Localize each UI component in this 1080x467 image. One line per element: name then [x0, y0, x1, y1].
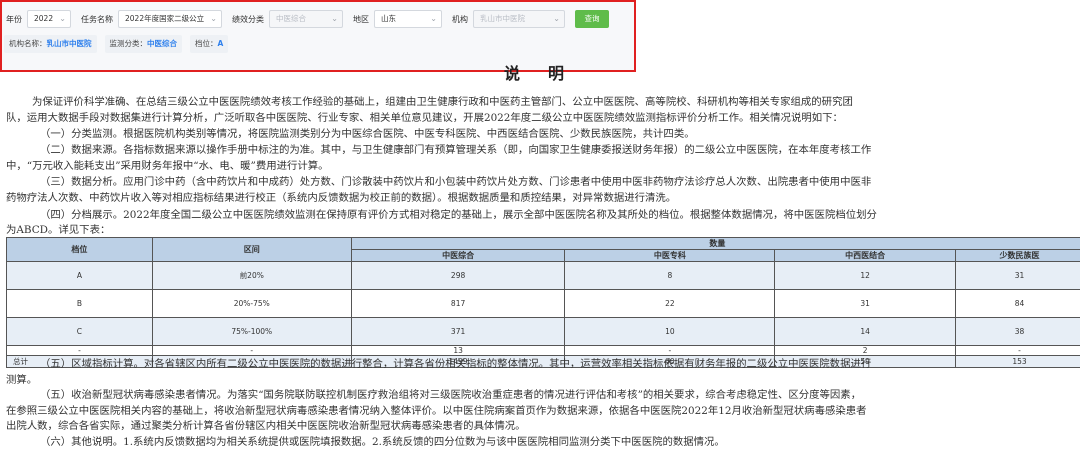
cell-value: 2 [774, 345, 957, 356]
header-col-specialty: 中医专科 [564, 249, 776, 262]
cell-grade: A [6, 261, 153, 290]
header-col-tcm: 中医综合 [350, 249, 566, 262]
cell-value: - [955, 345, 1080, 356]
grade-table: 档位 区间 数量 中医综合 中医专科 中西医结合 少数民族医 A 前20% 29… [6, 237, 1080, 368]
category-chip: 监测分类：中医综合 [104, 35, 182, 53]
cell-range: 20%-75% [151, 289, 352, 318]
para-intro-2: 队，运用大数据手段对数据集进行计算分析，广泛听取各中医医院、行业专家、相关单位意… [6, 112, 843, 124]
org-label: 机构 [452, 14, 468, 24]
org-name-chip: 机构名称：乳山市中医院 [4, 35, 97, 53]
region-label: 地区 [353, 14, 369, 24]
cell-value: 14 [774, 317, 957, 346]
perf-select[interactable]: 中医综合 ⌄ [269, 10, 343, 28]
cell-value: 298 [350, 261, 566, 290]
year-select-value: 2022 [34, 14, 54, 23]
cell-grade: C [6, 317, 153, 346]
chevron-down-icon: ⌄ [430, 14, 437, 23]
cell-value: 31 [774, 289, 957, 318]
para-intro-1: 为保证评价科学准确、在总结三级公立中医医院绩效考核工作经验的基础上，组建由卫生健… [32, 96, 853, 108]
year-label: 年份 [6, 14, 22, 24]
cell-range: - [151, 345, 352, 356]
header-count: 数量 [350, 237, 1080, 250]
cell-value: 817 [350, 289, 566, 318]
para-covid-1: （五）收治新型冠状病毒感染患者情况。为落实“国务院联防联控机制医疗救治组将对三级… [40, 389, 862, 401]
header-range: 区间 [151, 237, 352, 262]
cell-value: 8 [564, 261, 776, 290]
para-region-2: 测算。 [6, 374, 38, 386]
para-analysis-2: 药物疗法人次数、中药饮片收入等对相应指标结果进行校正（系统内反馈数据为校正前的数… [6, 192, 677, 204]
region-select-value: 山东 [381, 14, 396, 23]
para-region-1: （五）区域指标计算。对各省辖区内所有二级公立中医医院的数据进行整合，计算各省份相… [40, 358, 872, 370]
cell-value: 12 [774, 261, 957, 290]
cell-value: 31 [955, 261, 1080, 290]
query-button[interactable]: 查询 [575, 10, 609, 28]
cell-grade: - [6, 345, 153, 356]
perf-label: 绩效分类 [232, 14, 264, 24]
cell-range: 前20% [151, 261, 352, 290]
region-select[interactable]: 山东 ⌄ [374, 10, 442, 28]
para-grading-1: （四）分档展示。2022年度全国二级公立中医医院绩效监测在保持原有评价方式相对稳… [40, 209, 877, 221]
task-select[interactable]: 2022年度国家二级公立 ⌄ [118, 10, 222, 28]
para-source-2: 中，“万元收入能耗支出”采用财务年报中“水、电、暖”费用进行计算。 [6, 160, 329, 172]
cell-value: 10 [564, 317, 776, 346]
cell-range: 75%-100% [151, 317, 352, 346]
chevron-down-icon: ⌄ [210, 14, 217, 23]
cell-value: 371 [350, 317, 566, 346]
table-row: A 前20% 298 8 12 31 [6, 261, 1080, 290]
doc-title: 说明 [504, 64, 593, 83]
chevron-down-icon: ⌄ [553, 14, 560, 23]
para-analysis-1: （三）数据分析。应用门诊中药（含中药饮片和中成药）处方数、门诊散装中药饮片和小包… [40, 176, 872, 188]
cell-value: 84 [955, 289, 1080, 318]
chevron-down-icon: ⌄ [331, 14, 338, 23]
table-row: C 75%-100% 371 10 14 38 [6, 317, 1080, 346]
cell-value: - [564, 345, 776, 356]
task-select-value: 2022年度国家二级公立 [125, 14, 205, 23]
para-source-1: （二）数据来源。各指标数据来源以操作手册中标注的为准。其中，与卫生健康部门有预算… [40, 144, 872, 156]
para-classification: （一）分类监测。根据医院机构类别等情况，将医院监测类别分为中医综合医院、中医专科… [40, 128, 695, 140]
cell-value: 22 [564, 289, 776, 318]
para-covid-2: 在参照三级公立中医医院相关内容的基础上，将收治新型冠状病毒感染患者情况纳入整体评… [6, 405, 867, 417]
chevron-down-icon: ⌄ [59, 14, 66, 23]
para-grading-2: 为ABCD。详见下表： [6, 224, 111, 236]
para-covid-3: 出院人数，综合各省实际，通过聚类分析计算各省份辖区内相关中医医院收治新型冠状病毒… [6, 420, 526, 432]
cell-value: 38 [955, 317, 1080, 346]
para-other: （六）其他说明。1.系统内反馈数据均为相关系统提供或医院填报数据。2.系统反馈的… [40, 436, 725, 448]
perf-select-value: 中医综合 [276, 14, 306, 23]
task-label: 任务名称 [81, 14, 113, 24]
table-row: B 20%-75% 817 22 31 84 [6, 289, 1080, 318]
org-select-value: 乳山市中医院 [480, 14, 525, 23]
cell-value: 13 [350, 345, 566, 356]
cell-grade: B [6, 289, 153, 318]
year-select[interactable]: 2022 ⌄ [27, 10, 71, 28]
filter-row: 年份 2022 ⌄ 任务名称 2022年度国家二级公立 ⌄ 绩效分类 中医综合 … [6, 10, 609, 28]
grade-chip: 档位：A [190, 35, 229, 53]
header-col-ethnic: 少数民族医 [955, 249, 1080, 262]
header-col-integrated: 中西医结合 [774, 249, 957, 262]
info-row: 机构名称：乳山市中医院 监测分类：中医综合 档位：A [4, 35, 236, 53]
org-select[interactable]: 乳山市中医院 ⌄ [473, 10, 565, 28]
table-row: - - 13 - 2 - [6, 345, 1080, 356]
header-grade: 档位 [6, 237, 153, 262]
